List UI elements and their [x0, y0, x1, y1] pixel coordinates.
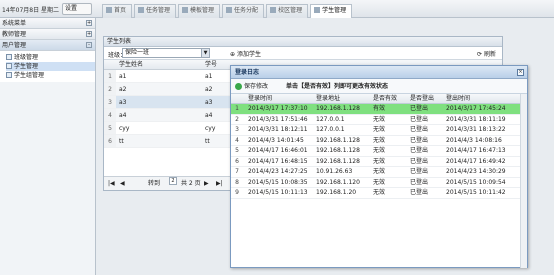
sidebar-section-user-management[interactable]: 用户管理 -: [0, 40, 95, 51]
dialog-hint: 单击【是否有效】列即可更改有效状态: [286, 83, 389, 90]
tab-template-management[interactable]: 模板管理: [178, 4, 221, 18]
task-icon: [138, 7, 145, 13]
add-student-button[interactable]: ⊕ 添加学生: [230, 49, 261, 58]
prev-page-icon[interactable]: ◀: [120, 177, 125, 190]
log-grid-header: 登录时间 登录地址 是否有效 是否登出 登出时间: [231, 94, 527, 104]
dialog-scrollbar[interactable]: [520, 94, 527, 268]
table-row[interactable]: 7 2014/4/23 14:27:25 10.91.26.63 无效 已登出 2014/…: [231, 167, 527, 178]
tab-task-management[interactable]: 任务管理: [134, 4, 177, 18]
expand-icon[interactable]: +: [86, 20, 92, 26]
valid-cell[interactable]: 无效: [370, 188, 407, 198]
student-icon: [6, 63, 12, 69]
tab-strip: 首页 任务管理 模板管理 任务分配 校区管理 学生管理: [102, 2, 354, 19]
chevron-down-icon[interactable]: ▼: [201, 49, 209, 57]
class-select[interactable]: 保险一班 ▼: [122, 48, 210, 58]
expand-icon[interactable]: +: [86, 31, 92, 37]
group-icon: [6, 72, 12, 78]
valid-cell[interactable]: 无效: [370, 167, 407, 177]
login-log-dialog: 登录日志 × 保存修改 单击【是否有效】列即可更改有效状态 登录时间 登录地址 是…: [230, 65, 528, 268]
table-row[interactable]: 5 2014/4/17 16:46:01 192.168.1.128 无效 已登出 201…: [231, 146, 527, 157]
last-page-icon[interactable]: ▶|: [216, 177, 223, 190]
sidebar-section-system-menu[interactable]: 系统菜单 +: [0, 18, 95, 29]
top-bar: 14年07月8日 星期二 设置 首页 任务管理 模板管理 任务分配 校区管理 学…: [0, 0, 554, 19]
valid-cell[interactable]: 无效: [370, 146, 407, 156]
tab-home[interactable]: 首页: [102, 4, 133, 18]
column-header-logged-out[interactable]: 是否登出: [407, 94, 444, 103]
valid-cell[interactable]: 无效: [370, 125, 407, 135]
column-header-login-time[interactable]: 登录时间: [243, 94, 313, 103]
table-row[interactable]: 8 2014/5/15 10:08:35 192.168.1.120 无效 已登出 201…: [231, 178, 527, 188]
column-header-valid[interactable]: 是否有效: [370, 94, 407, 103]
first-page-icon[interactable]: |◀: [108, 177, 115, 190]
sidebar-item-student-management[interactable]: 学生管理: [6, 62, 95, 71]
valid-cell[interactable]: 无效: [370, 115, 407, 125]
total-pages-label: 共 2 页: [181, 180, 201, 187]
tab-task-assignment[interactable]: 任务分配: [222, 4, 265, 18]
table-row[interactable]: 2 2014/3/31 17:51:46 127.0.0.1 无效 已登出 2014/3/…: [231, 115, 527, 125]
sidebar-section-teacher-management[interactable]: 教师管理 +: [0, 29, 95, 40]
settings-button[interactable]: 设置: [62, 3, 92, 15]
column-header-login-address[interactable]: 登录地址: [313, 94, 370, 103]
template-icon: [182, 7, 189, 13]
home-icon: [106, 7, 112, 13]
save-changes-button[interactable]: 保存修改: [235, 79, 268, 94]
valid-cell[interactable]: 无效: [370, 136, 407, 146]
valid-cell[interactable]: 有效: [370, 104, 407, 114]
panel-toolbar: 班级： 保险一班 ▼ ⊕ 添加学生 ⟳ 刷新: [104, 47, 502, 60]
assign-icon: [226, 7, 233, 13]
refresh-button[interactable]: ⟳ 刷新: [477, 49, 496, 58]
next-page-icon[interactable]: ▶: [204, 177, 209, 190]
column-header-name[interactable]: 学生姓名: [116, 60, 202, 69]
valid-cell[interactable]: 无效: [370, 178, 407, 188]
valid-cell[interactable]: 无效: [370, 157, 407, 167]
table-row[interactable]: 3 2014/3/31 18:12:11 127.0.0.1 无效 已登出 2014/3/…: [231, 125, 527, 136]
check-icon: [235, 83, 242, 90]
sidebar-tree: 班级管理 学生管理 学生组管理: [0, 51, 95, 82]
dialog-title: 登录日志 ×: [231, 66, 527, 79]
table-row[interactable]: 9 2014/5/15 10:11:13 192.168.1.20 无效 已登出 2014…: [231, 188, 527, 199]
goto-page-label: 转到: [148, 180, 161, 187]
collapse-icon[interactable]: -: [86, 42, 92, 48]
campus-icon: [270, 7, 277, 13]
sidebar-item-class-management[interactable]: 班级管理: [6, 53, 95, 62]
dialog-toolbar: 保存修改 单击【是否有效】列即可更改有效状态: [231, 79, 527, 94]
tab-student-management[interactable]: 学生管理: [310, 4, 353, 19]
table-row[interactable]: 4 2014/4/3 14:01:45 192.168.1.128 无效 已登出 2014…: [231, 136, 527, 146]
close-icon[interactable]: ×: [517, 69, 524, 76]
table-row[interactable]: 6 2014/4/17 16:48:15 192.168.1.128 无效 已登出 201…: [231, 157, 527, 167]
panel-title: 学生列表: [104, 37, 502, 47]
date-display: 14年07月8日 星期二: [2, 7, 59, 14]
table-row[interactable]: 1 2014/3/17 17:37:10 192.168.1.128 有效 已登出 201…: [231, 104, 527, 115]
sidebar: 系统菜单 + 教师管理 + 用户管理 - 班级管理 学生管理 学生组管理: [0, 18, 96, 275]
tab-campus-management[interactable]: 校区管理: [266, 4, 309, 18]
page-input[interactable]: 2: [169, 177, 177, 185]
column-header-logout-time[interactable]: 登出时间: [444, 94, 524, 103]
sidebar-item-student-group-management[interactable]: 学生组管理: [6, 71, 95, 80]
class-icon: [6, 54, 12, 60]
student-icon: [314, 7, 321, 13]
